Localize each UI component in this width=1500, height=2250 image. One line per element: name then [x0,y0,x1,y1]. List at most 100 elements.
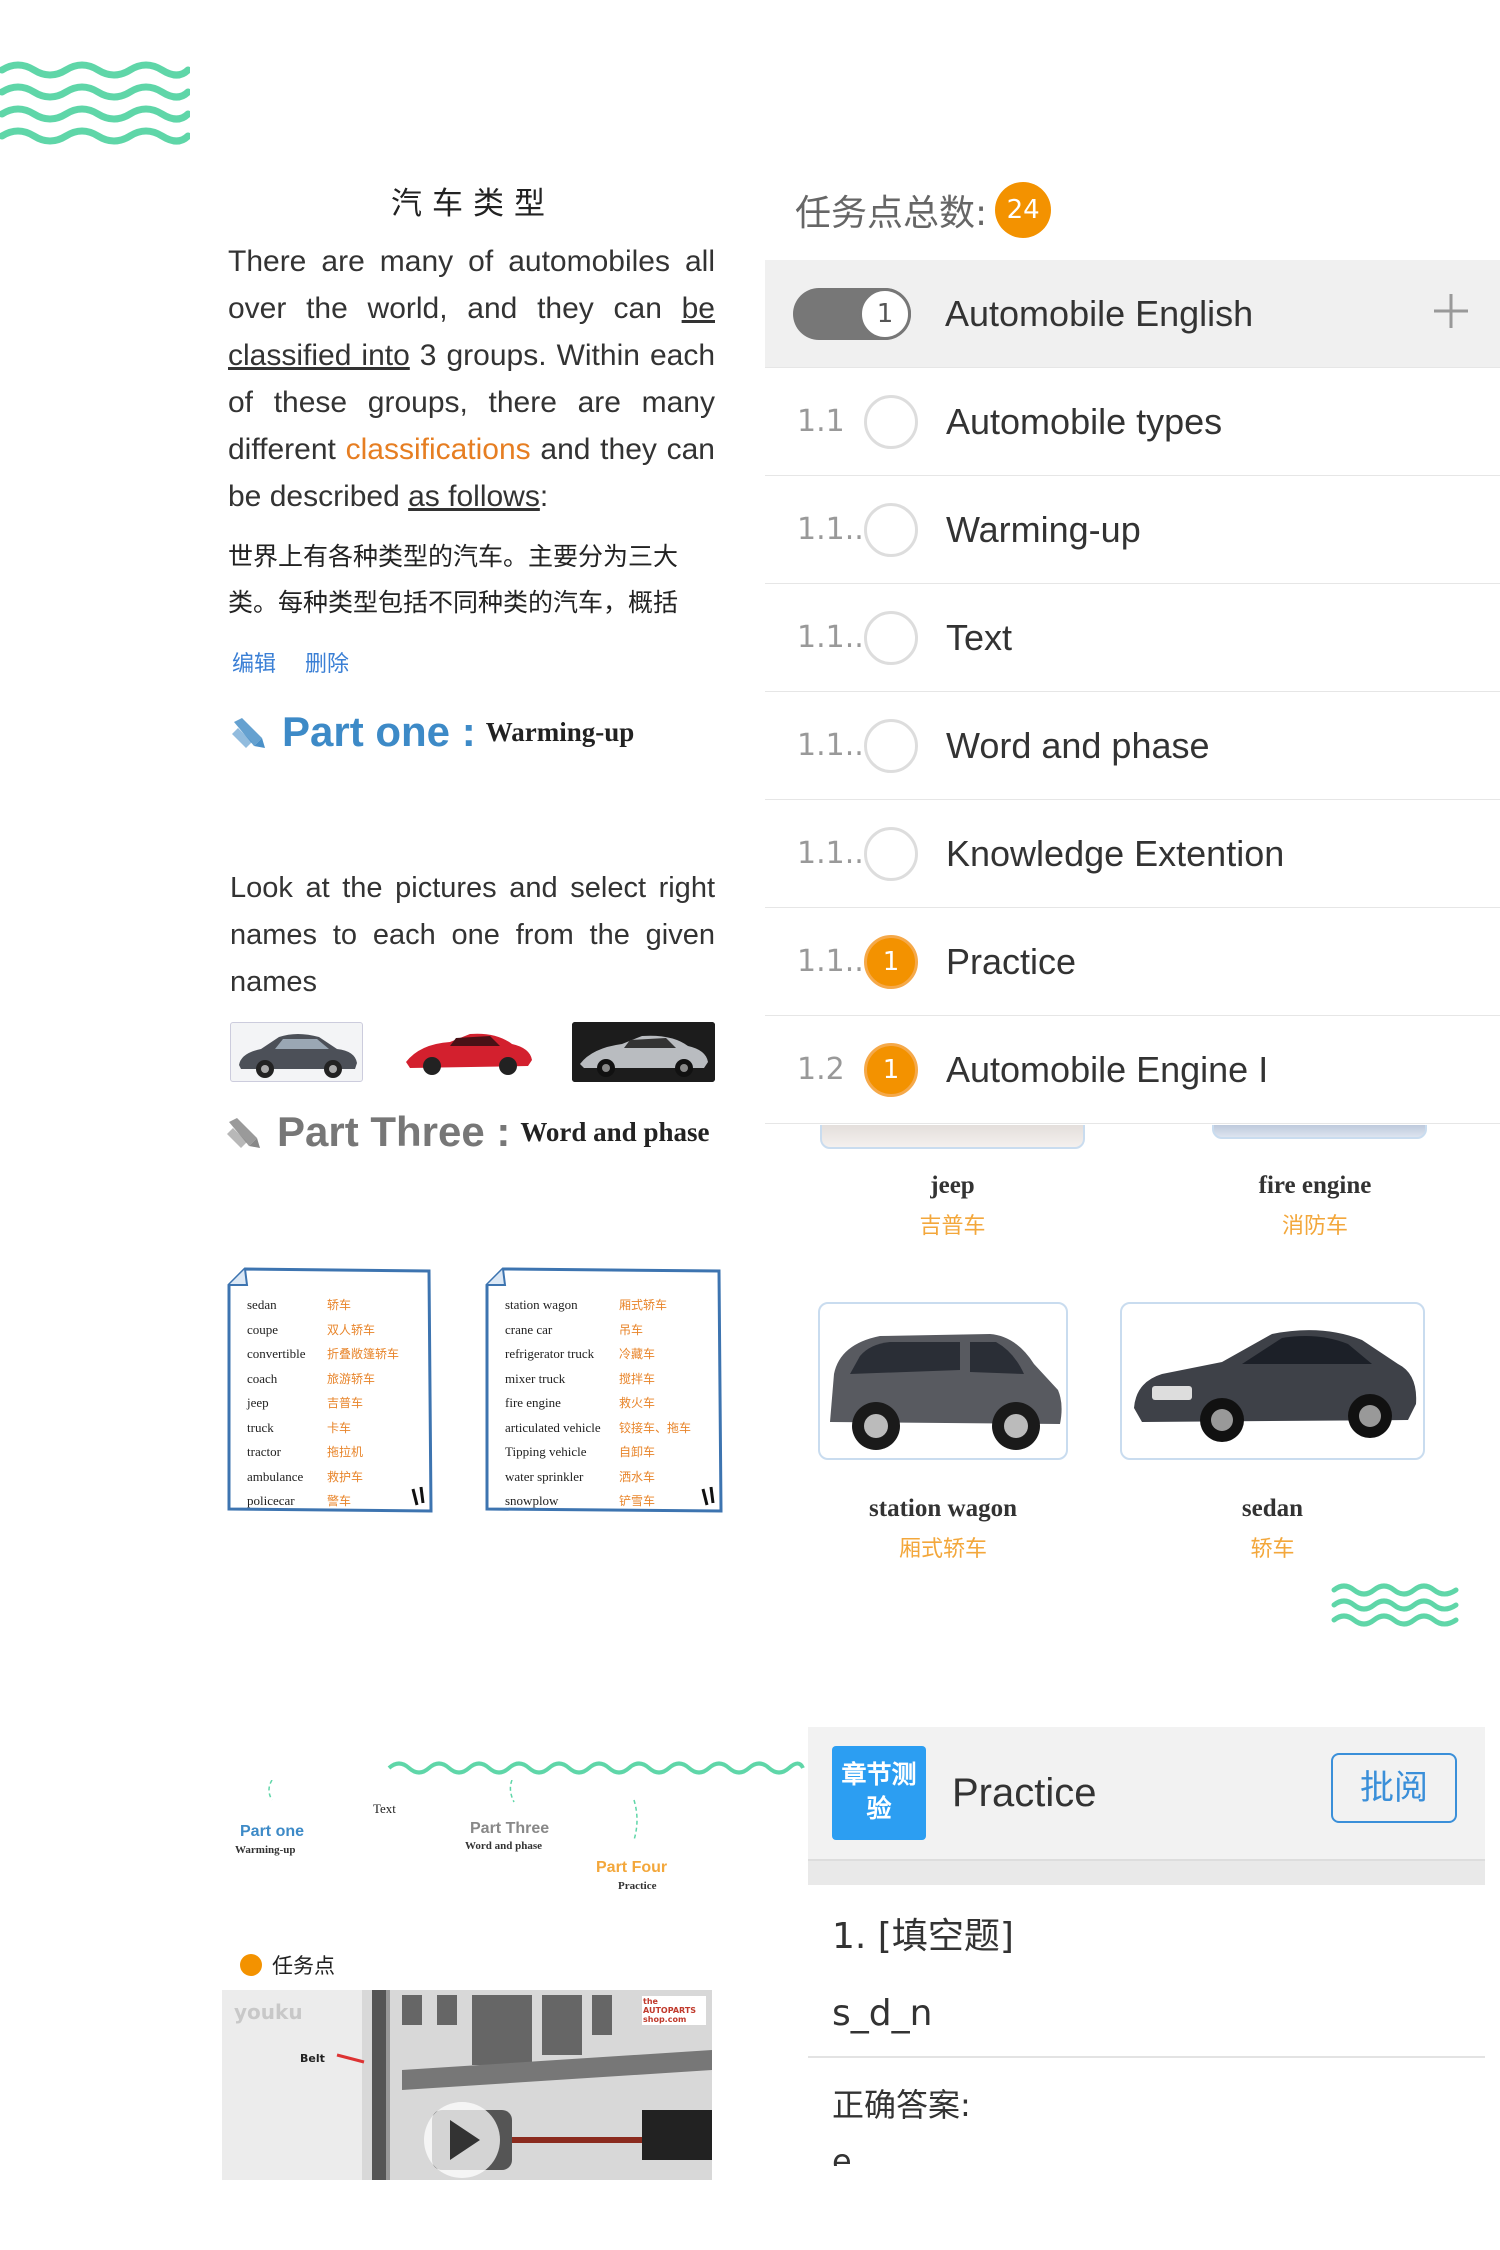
chapter-number: 1.1... [797,836,864,871]
mindmap-part-four[interactable]: Part Four [596,1859,667,1877]
instruction-text: Look at the pictures and select right na… [230,872,715,998]
vocab-english: policecar [247,1493,295,1508]
vocabulary-row: truck 卡车 [237,1416,423,1441]
part-label: Part Three : [277,1108,511,1155]
question-type: 1. [填空题] [832,1916,1014,1957]
vocabulary-row: fire engine 救火车 [495,1391,719,1416]
mindmap-text[interactable]: Text [373,1801,396,1817]
car-thumbnail-sports-silver[interactable] [572,1022,715,1082]
chapter-row[interactable]: 1.1... Text [765,584,1500,692]
quiz-title: Practice [952,1770,1097,1815]
vocab-chinese: 自卸车 [619,1445,656,1459]
vocab-chinese: 拖拉机 [327,1445,364,1459]
status-circle-icon [864,826,918,881]
status-circle-icon [864,718,918,773]
article-actions: 编辑 删除 [232,646,371,678]
correct-answer-value: e [832,2142,852,2166]
plus-icon[interactable] [1430,290,1472,332]
vocabulary-row: sedan 轿车 [237,1293,423,1318]
chapter-toggle[interactable]: 1 [793,288,911,340]
task-count-badge: 24 [995,182,1052,238]
video-player[interactable]: youku Belt the AUTOPARTS shop.com [222,1990,712,2180]
chapter-row[interactable]: 1.1 Automobile types [765,368,1500,476]
vocab-chinese: 警车 [327,1494,352,1508]
vocabulary-row: ambulance 救护车 [237,1465,423,1490]
chapter-list: 1 Automobile English 1.1 Automobile types… [765,260,1500,1124]
vehicle-image-sedan[interactable] [1120,1302,1425,1460]
chapter-row-main[interactable]: 1 Automobile English [765,260,1500,368]
task-point-marker: 任务点 [240,1950,335,1980]
vocab-english: water sprinkler [505,1468,584,1484]
vocab-chinese: 铲雪车 [619,1494,656,1508]
vocab-english: ambulance [247,1468,304,1484]
review-button[interactable]: 批阅 [1331,1753,1457,1823]
phrase-link[interactable]: as follows [408,480,540,513]
chapter-row[interactable]: 1.1... Warming-up [765,476,1500,584]
edit-link[interactable]: 编辑 [232,652,276,677]
status-circle-icon [864,502,918,557]
article-body-chinese: 世界上有各种类型的汽车。主要分为三大类。每种类型包括不同种类的汽车，概括 [228,542,679,617]
mindmap-part-three-sub: Word and phase [465,1840,543,1852]
vocab-chinese: 旅游轿车 [327,1371,376,1386]
wave-decoration-right [1331,1583,1459,1627]
car-thumbnail-sedan[interactable] [230,1022,363,1082]
vehicle-card-fire-partial [1212,1125,1427,1155]
vocab-chinese: 搅拌车 [619,1371,656,1386]
chapter-row[interactable]: 1.2 1 Automobile Engine I [765,1016,1500,1124]
chapter-row[interactable]: 1.1... Word and phase [765,692,1500,800]
mindmap-part-one[interactable]: Part one [240,1823,304,1841]
delete-link[interactable]: 删除 [305,652,349,677]
question-text: s_d_n [832,1993,933,2034]
part-subtitle: Warming-up [485,716,635,747]
task-pending-badge: 1 [864,934,918,989]
status-circle-icon [864,610,918,665]
vocab-english: crane car [505,1321,553,1337]
chapter-number: 1.1... [797,944,864,979]
vocab-english: coupe [247,1321,279,1337]
vocab-chinese: 吊车 [619,1322,644,1337]
vocabulary-row: Tipping vehicle 自卸车 [495,1440,719,1465]
chapter-title: Automobile English [945,292,1254,334]
vocab-chinese: 救火车 [619,1396,656,1410]
chapter-number: 1.1... [797,620,864,655]
mindmap-part-one-sub: Warming-up [235,1844,296,1856]
vocab-chinese: 冷藏车 [619,1347,656,1361]
vocabulary-row: jeep 吉普车 [237,1391,423,1416]
vocab-english: jeep [247,1395,269,1410]
vocab-chinese: 轿车 [327,1298,352,1312]
vocab-english: articulated vehicle [505,1419,601,1435]
vocabulary-row: convertible 折叠敞篷轿车 [237,1342,423,1367]
pencil-icon [227,1118,260,1148]
mindmap-part-three[interactable]: Part Three [470,1820,549,1838]
wave-decoration-middle [387,1761,805,1775]
chapter-row[interactable]: 1.1... Knowledge Extention [765,800,1500,908]
play-button[interactable] [222,1990,712,2180]
vehicle-label-station-wagon: station wagon 厢式轿车 [869,1495,1017,1562]
highlight-word[interactable]: classifications [346,433,531,466]
vehicle-label-jeep: jeep 吉普车 [919,1172,986,1239]
vocab-chinese: 双人轿车 [327,1322,376,1337]
vocab-english: truck [247,1419,274,1435]
chapter-number: 1.1... [797,512,864,547]
vocab-chinese: 折叠敞篷轿车 [327,1347,400,1361]
vocab-chinese: 卡车 [327,1420,352,1435]
vocabulary-row: crane car 吊车 [495,1318,719,1343]
chapter-title: Automobile types [946,400,1223,442]
vocab-chinese: 铰接车、拖车 [619,1420,692,1435]
car-thumbnail-sports-red[interactable] [400,1022,537,1082]
vocabulary-note-2: station wagon 厢式轿车 crane car 吊车 refrigerator… [483,1265,723,1515]
vocab-chinese: 吉普车 [327,1396,364,1410]
chapter-title: Automobile Engine I [946,1048,1269,1090]
chapter-number: 1.1 [797,404,845,439]
chapter-title: Text [946,616,1013,658]
vehicle-label-fire-engine: fire engine 消防车 [1258,1172,1372,1239]
vocabulary-row: snowplow 铲雪车 [495,1489,719,1514]
vocabulary-row: coupe 双人轿车 [237,1318,423,1343]
correct-answer-label: 正确答案: [832,2086,971,2124]
chapter-row[interactable]: 1.1...1 Practice [765,908,1500,1016]
vocabulary-row: coach 旅游轿车 [237,1367,423,1392]
vehicle-image-station-wagon[interactable] [818,1302,1068,1460]
status-circle-icon [864,394,918,449]
part-label: Part one : [282,708,476,755]
vocabulary-row: articulated vehicle 铰接车、拖车 [495,1416,719,1441]
